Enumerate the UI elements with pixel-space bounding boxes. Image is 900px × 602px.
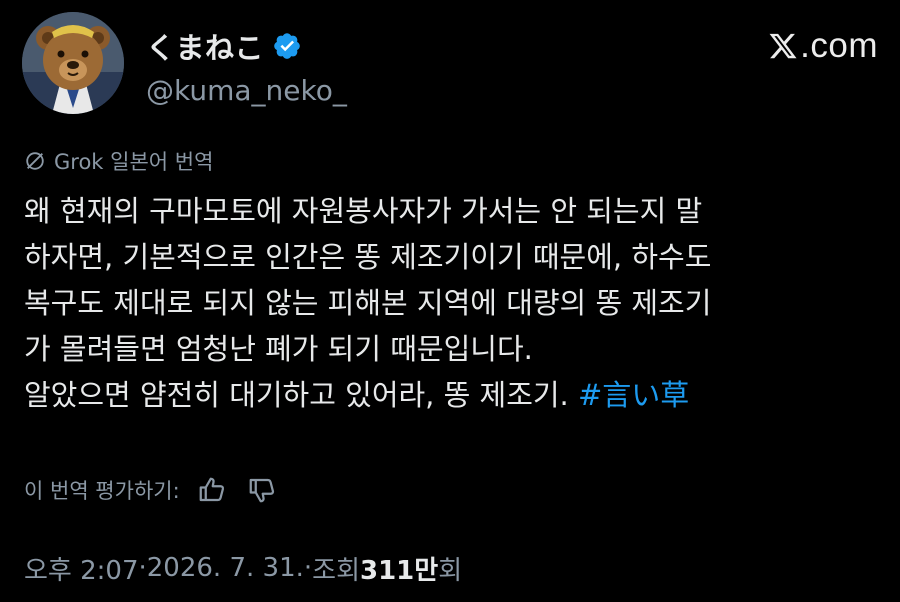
views-label: 조회 (312, 555, 360, 586)
post-date[interactable]: 2026. 7. 31. (147, 553, 304, 583)
grok-translation-label: Grok 일본어 번역 (24, 145, 213, 177)
post-time[interactable]: 오후 2:07 (24, 550, 139, 587)
post-line: 복구도 제대로 되지 않는 피해본 지역에 대량의 똥 제조기 (24, 286, 712, 320)
post-line: 하자면, 기본적으로 인간은 똥 제조기이기 때문에, 하수도 (24, 240, 712, 274)
user-handle[interactable]: @kuma_neko_ (146, 74, 347, 107)
translation-label: Grok 일본어 번역 (54, 150, 214, 174)
avatar[interactable] (22, 12, 124, 114)
verified-badge-icon (274, 33, 300, 59)
name-row: くまねこ (146, 26, 302, 66)
x-logo-icon (769, 33, 797, 59)
post-text: 왜 현재의 구마모토에 자원봉사자가 가서는 안 되는지 말 하자면, 기본적으… (24, 188, 880, 418)
x-com-logo: .com (768, 26, 878, 66)
thumbs-up-button[interactable] (194, 472, 230, 508)
rate-translation: 이 번역 평가하기: (24, 470, 280, 510)
rate-translation-label: 이 번역 평가하기: (24, 479, 180, 503)
hashtag-link[interactable]: #言い草 (578, 378, 689, 412)
post-line: 가 몰려들면 엄청난 폐가 되기 때문입니다. (24, 332, 533, 366)
meta-separator: · (138, 553, 147, 583)
meta-separator: · (303, 553, 313, 583)
post-line: 왜 현재의 구마모토에 자원봉사자가 가서는 안 되는지 말 (24, 194, 703, 228)
post-header: くまねこ @kuma_neko_ .com (22, 12, 878, 116)
site-domain: .com (800, 26, 878, 65)
thumbs-up-icon (199, 477, 224, 502)
views-suffix: 회 (438, 555, 463, 586)
post-line-text: 알았으면 얌전히 대기하고 있어라, 똥 제조기. (24, 378, 578, 412)
post-meta: 오후 2:07 · 2026. 7. 31. · 조회 311만 회 (24, 548, 462, 588)
post-line-last: 알았으면 얌전히 대기하고 있어라, 똥 제조기. #言い草 (24, 372, 880, 418)
views-count[interactable]: 311만 (360, 550, 438, 587)
grok-icon (26, 152, 44, 170)
display-name[interactable]: くまねこ (146, 25, 264, 67)
thumbs-down-icon (249, 478, 274, 503)
bear-avatar-icon (22, 12, 124, 114)
thumbs-down-button[interactable] (244, 472, 280, 508)
